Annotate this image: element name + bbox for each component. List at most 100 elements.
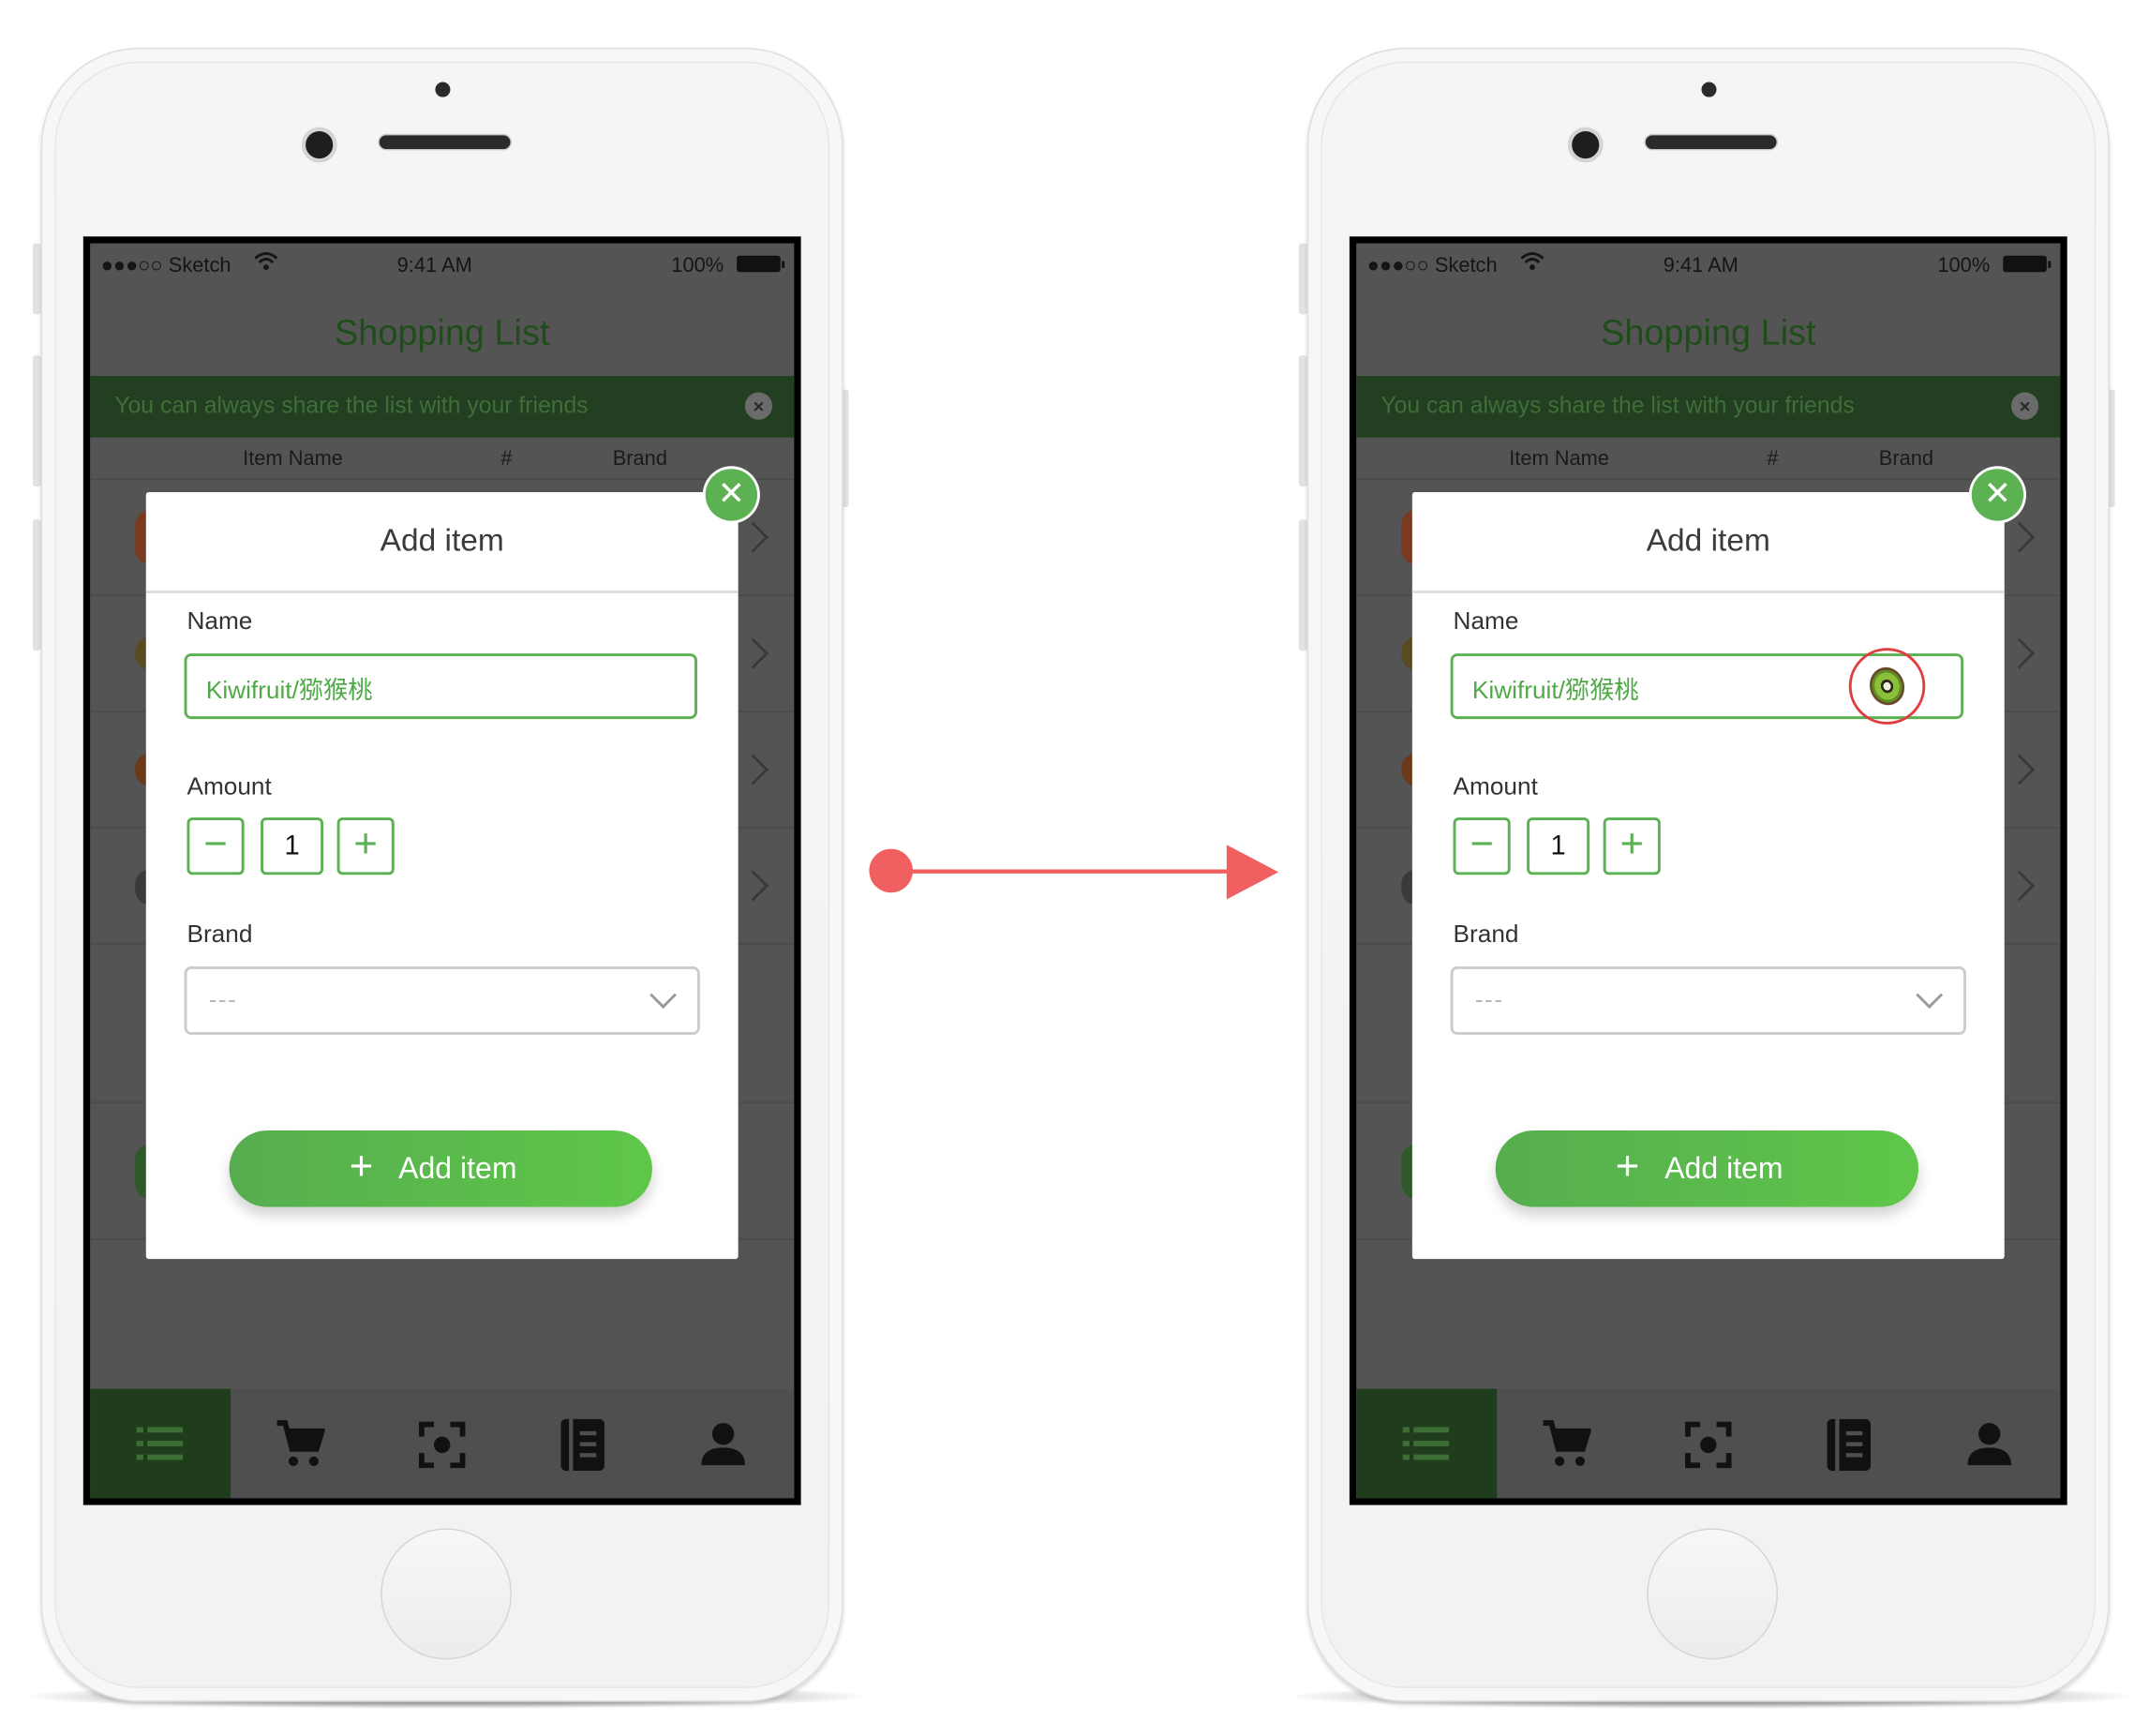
tab-list[interactable]	[90, 1388, 231, 1499]
phone-screen: ●●●○○ Sketch 9:41 AM 100% Shopping List …	[1349, 236, 2067, 1505]
comparison-stage: ●●●○○ Sketch 9:41 AM 100% Shopping List …	[0, 0, 2134, 1736]
name-input[interactable]: Kiwifruit/猕猴桃	[184, 653, 697, 720]
add-item-button-label: Add item	[398, 1150, 517, 1186]
modal-close-button[interactable]: ✕	[705, 469, 758, 521]
list-icon	[1402, 1427, 1450, 1460]
home-button[interactable]	[381, 1528, 512, 1660]
carrier-text: ●●●○○ Sketch	[1366, 254, 1498, 278]
amount-value[interactable]: 1	[1527, 817, 1590, 875]
phone-before: ●●●○○ Sketch 9:41 AM 100% Shopping List …	[0, 0, 866, 1736]
tab-cart[interactable]	[1497, 1389, 1637, 1499]
list-icon	[136, 1427, 184, 1460]
chevron-right-icon	[738, 870, 769, 902]
list-item	[90, 1238, 795, 1390]
add-item-button-label: Add item	[1664, 1150, 1783, 1186]
name-input-value: Kiwifruit/猕猴桃	[205, 676, 373, 705]
amount-value[interactable]: 1	[261, 817, 324, 875]
chevron-down-icon	[649, 981, 677, 1010]
amount-label: Amount	[187, 771, 272, 801]
profile-icon	[701, 1423, 745, 1466]
column-header-item-name[interactable]: Item Name	[243, 447, 343, 471]
page-title: Shopping List	[335, 311, 550, 353]
tab-notebook[interactable]	[512, 1389, 652, 1499]
earpiece-speaker	[378, 133, 512, 151]
tab-cart[interactable]	[231, 1389, 371, 1499]
plus-icon: +	[349, 1144, 374, 1190]
brand-select-placeholder: ---	[208, 985, 238, 1013]
transition-arrow-line	[903, 869, 1234, 874]
chevron-right-icon	[738, 521, 769, 553]
page-title: Shopping List	[1601, 311, 1816, 353]
app-screen: ●●●○○ Sketch 9:41 AM 100% Shopping List …	[1356, 243, 2061, 1499]
tab-profile[interactable]	[1918, 1389, 2059, 1499]
volume-down-button	[32, 519, 41, 651]
front-camera	[1567, 127, 1604, 163]
name-label: Name	[187, 606, 253, 635]
scan-icon	[418, 1421, 466, 1469]
battery-percent: 100%	[671, 254, 724, 278]
chevron-right-icon	[2004, 754, 2036, 786]
column-header-number[interactable]: #	[500, 447, 512, 471]
column-header-brand[interactable]: Brand	[613, 447, 667, 471]
mute-switch	[1299, 243, 1307, 315]
column-header-item-name[interactable]: Item Name	[1509, 447, 1609, 471]
share-banner: You can always share the list with your …	[1356, 376, 2061, 438]
amount-increment-button[interactable]: +	[1603, 817, 1661, 875]
add-item-modal: Add item Name Kiwifruit/猕猴桃 Amount − 1 +	[1411, 491, 2005, 1260]
tab-profile[interactable]	[652, 1389, 793, 1499]
status-bar: ●●●○○ Sketch 9:41 AM 100%	[90, 244, 794, 292]
amount-increment-button[interactable]: +	[336, 817, 395, 875]
amount-label: Amount	[1453, 771, 1538, 801]
front-camera	[301, 127, 337, 163]
name-label: Name	[1453, 606, 1519, 635]
brand-select-placeholder: ---	[1474, 985, 1504, 1013]
banner-close-icon[interactable]: ×	[744, 392, 773, 420]
kiwi-icon[interactable]	[1864, 662, 1910, 711]
tab-scan[interactable]	[1637, 1389, 1778, 1499]
status-bar: ●●●○○ Sketch 9:41 AM 100%	[1356, 244, 2060, 292]
chevron-down-icon	[1916, 981, 1944, 1010]
wifi-icon	[1520, 251, 1545, 276]
phone-screen: ●●●○○ Sketch 9:41 AM 100% Shopping List …	[82, 236, 801, 1505]
add-item-button[interactable]: + Add item	[1495, 1130, 1918, 1207]
brand-select[interactable]: ---	[1450, 966, 1966, 1035]
add-item-button[interactable]: + Add item	[229, 1130, 652, 1207]
banner-close-icon[interactable]: ×	[2010, 392, 2039, 420]
amount-decrement-button[interactable]: −	[187, 817, 245, 875]
tab-list[interactable]	[1356, 1388, 1498, 1499]
share-banner-text: You can always share the list with your …	[114, 392, 589, 419]
app-screen: ●●●○○ Sketch 9:41 AM 100% Shopping List …	[90, 243, 795, 1499]
share-banner: You can always share the list with your …	[90, 376, 795, 438]
tab-scan[interactable]	[371, 1389, 512, 1499]
home-button[interactable]	[1647, 1528, 1779, 1660]
clock-text: 9:41 AM	[1663, 254, 1739, 278]
mute-switch	[32, 243, 41, 315]
carrier-text: ●●●○○ Sketch	[100, 254, 231, 278]
modal-title: Add item	[1646, 522, 1770, 558]
kiwi-icon-highlight	[1848, 648, 1926, 725]
proximity-sensor	[435, 82, 451, 97]
transition-arrow-origin	[869, 848, 913, 893]
notebook-icon	[1827, 1418, 1872, 1472]
cart-icon	[1543, 1420, 1591, 1467]
name-input-value: Kiwifruit/猕猴桃	[1471, 676, 1639, 705]
add-item-modal: Add item Name Kiwifruit/猕猴桃 Amount − 1 +…	[145, 491, 739, 1260]
volume-up-button	[32, 355, 41, 487]
tab-bar	[1356, 1388, 2061, 1499]
chevron-right-icon	[738, 637, 769, 669]
notebook-icon	[560, 1418, 604, 1472]
plus-icon: +	[1615, 1144, 1640, 1190]
column-header-brand[interactable]: Brand	[1879, 447, 1933, 471]
brand-select[interactable]: ---	[184, 966, 700, 1035]
phone-body: ●●●○○ Sketch 9:41 AM 100% Shopping List …	[1306, 48, 2110, 1702]
amount-decrement-button[interactable]: −	[1453, 817, 1511, 875]
battery-percent: 100%	[1937, 254, 1991, 278]
modal-close-button[interactable]: ✕	[1971, 469, 2024, 521]
column-header-number[interactable]: #	[1767, 447, 1778, 471]
phone-body: ●●●○○ Sketch 9:41 AM 100% Shopping List …	[40, 48, 843, 1702]
phone-after: ●●●○○ Sketch 9:41 AM 100% Shopping List …	[1266, 0, 2132, 1736]
chevron-right-icon	[2004, 637, 2036, 669]
chevron-right-icon	[2004, 870, 2036, 902]
battery-icon	[2003, 255, 2052, 273]
tab-notebook[interactable]	[1778, 1389, 1918, 1499]
